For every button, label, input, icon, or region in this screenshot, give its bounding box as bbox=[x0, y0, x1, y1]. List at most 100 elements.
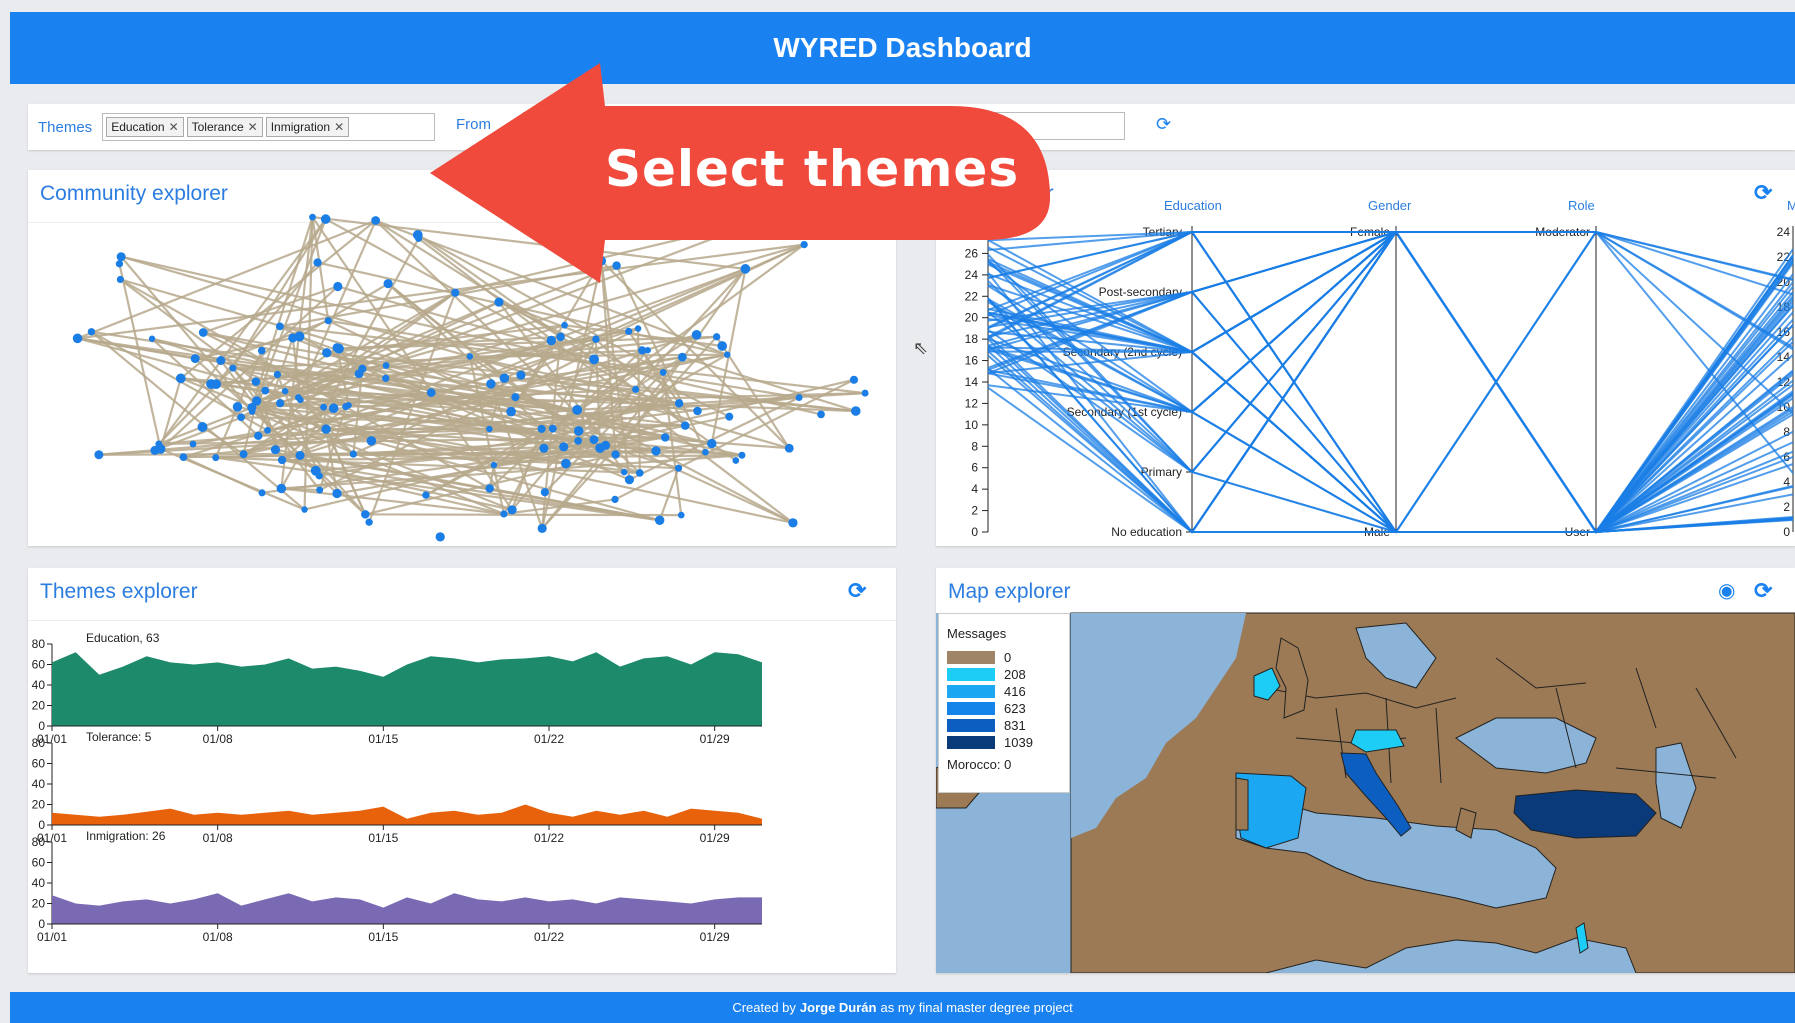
graph-node bbox=[795, 394, 803, 402]
graph-node bbox=[738, 451, 746, 459]
graph-node bbox=[625, 327, 633, 335]
age-tick-label: 16 bbox=[965, 354, 979, 368]
legend-swatch bbox=[947, 736, 995, 749]
graph-node bbox=[211, 379, 222, 390]
graph-node bbox=[494, 297, 504, 307]
graph-node bbox=[354, 369, 364, 379]
legend-title: Messages bbox=[947, 626, 1007, 641]
x-tick-label: 01/08 bbox=[203, 831, 233, 845]
series-area bbox=[52, 893, 762, 924]
themes-select[interactable]: Education ✕ Tolerance ✕ Inmigration ✕ bbox=[102, 113, 436, 141]
theme-chip: Inmigration ✕ bbox=[265, 117, 350, 137]
graph-node bbox=[87, 328, 96, 336]
graph-node bbox=[422, 491, 430, 499]
graph-node bbox=[707, 438, 717, 449]
graph-node bbox=[277, 455, 287, 465]
remove-chip-icon[interactable]: ✕ bbox=[334, 120, 344, 134]
graph-node bbox=[365, 518, 373, 526]
y-tick-label: 80 bbox=[32, 736, 46, 750]
graph-node bbox=[485, 484, 494, 493]
graph-node bbox=[556, 332, 565, 342]
graph-node bbox=[361, 510, 370, 519]
graph-node bbox=[702, 448, 709, 456]
legend-row: 0 bbox=[947, 649, 1061, 666]
graph-node bbox=[693, 406, 702, 416]
graph-node bbox=[537, 424, 546, 433]
legend-label: 0 bbox=[1004, 650, 1012, 665]
legend-row: 623 bbox=[947, 700, 1061, 717]
graph-node bbox=[301, 506, 308, 513]
graph-node bbox=[620, 468, 628, 476]
graph-node bbox=[680, 421, 690, 430]
graph-node bbox=[674, 464, 683, 472]
chip-label: Education bbox=[111, 120, 165, 134]
y-tick-label: 60 bbox=[32, 856, 46, 870]
graph-node bbox=[321, 424, 331, 434]
map-hover-info: Morocco: 0 bbox=[947, 757, 1012, 772]
x-tick-label: 01/29 bbox=[700, 930, 730, 944]
graph-node bbox=[313, 258, 322, 267]
graph-node bbox=[247, 402, 257, 413]
graph-node bbox=[175, 373, 186, 384]
graph-node bbox=[276, 322, 284, 331]
graph-node bbox=[281, 387, 289, 395]
axis-title: Gender bbox=[1368, 198, 1412, 213]
graph-node bbox=[600, 440, 611, 450]
graph-node bbox=[540, 488, 550, 497]
graph-node bbox=[660, 433, 670, 442]
y-tick-label: 40 bbox=[32, 678, 46, 692]
graph-node bbox=[724, 351, 731, 358]
graph-node bbox=[212, 454, 220, 462]
graph-node bbox=[328, 403, 339, 414]
legend-swatch bbox=[947, 719, 995, 732]
graph-node bbox=[592, 335, 600, 343]
graph-node bbox=[324, 317, 332, 325]
graph-node bbox=[712, 333, 721, 341]
age-tick-label: 2 bbox=[971, 504, 978, 518]
remove-chip-icon[interactable]: ✕ bbox=[248, 120, 258, 134]
graph-node bbox=[273, 370, 282, 379]
x-tick-label: 01/08 bbox=[203, 732, 233, 746]
messages-tick-label: 0 bbox=[1783, 525, 1790, 539]
legend-swatch bbox=[947, 702, 995, 715]
age-tick-label: 14 bbox=[965, 375, 979, 389]
graph-node bbox=[511, 393, 520, 402]
axis-title: Messages bbox=[1787, 198, 1795, 213]
graph-node bbox=[638, 346, 647, 355]
y-tick-label: 0 bbox=[38, 818, 45, 832]
age-tick-label: 4 bbox=[971, 482, 978, 496]
messages-tick-label: 24 bbox=[1777, 225, 1791, 239]
legend-label: 831 bbox=[1004, 718, 1026, 733]
graph-node bbox=[572, 404, 583, 415]
graph-node bbox=[315, 472, 323, 480]
legend-swatch bbox=[947, 668, 995, 681]
graph-node bbox=[486, 379, 496, 389]
age-tick-label: 18 bbox=[965, 332, 979, 346]
x-tick-label: 01/08 bbox=[203, 930, 233, 944]
mouse-cursor-icon: ⇖ bbox=[913, 338, 929, 358]
y-tick-label: 0 bbox=[38, 719, 45, 733]
y-tick-label: 20 bbox=[32, 897, 46, 911]
graph-node bbox=[333, 281, 343, 292]
remove-chip-icon[interactable]: ✕ bbox=[169, 120, 179, 134]
y-tick-label: 40 bbox=[32, 876, 46, 890]
graph-node bbox=[561, 458, 571, 469]
axis-title: Role bbox=[1568, 198, 1595, 213]
graph-node bbox=[383, 279, 393, 289]
age-tick-label: 8 bbox=[971, 439, 978, 453]
graph-node bbox=[674, 399, 684, 408]
graph-node bbox=[499, 373, 510, 383]
graph-node bbox=[382, 374, 390, 382]
graph-node bbox=[516, 370, 526, 380]
refresh-icon[interactable]: ⟳ bbox=[1156, 114, 1171, 135]
graph-node bbox=[189, 440, 197, 448]
age-tick-label: 12 bbox=[965, 396, 979, 410]
x-tick-label: 01/15 bbox=[368, 831, 398, 845]
graph-node bbox=[589, 354, 599, 365]
graph-node bbox=[371, 216, 381, 225]
age-tick-label: 6 bbox=[971, 461, 978, 475]
graph-node bbox=[190, 354, 200, 364]
graph-node bbox=[94, 450, 104, 460]
graph-node bbox=[116, 275, 124, 284]
parallel-coordinates-chart[interactable]: AgeEducationGenderRoleMessages2826242220… bbox=[936, 170, 1795, 546]
